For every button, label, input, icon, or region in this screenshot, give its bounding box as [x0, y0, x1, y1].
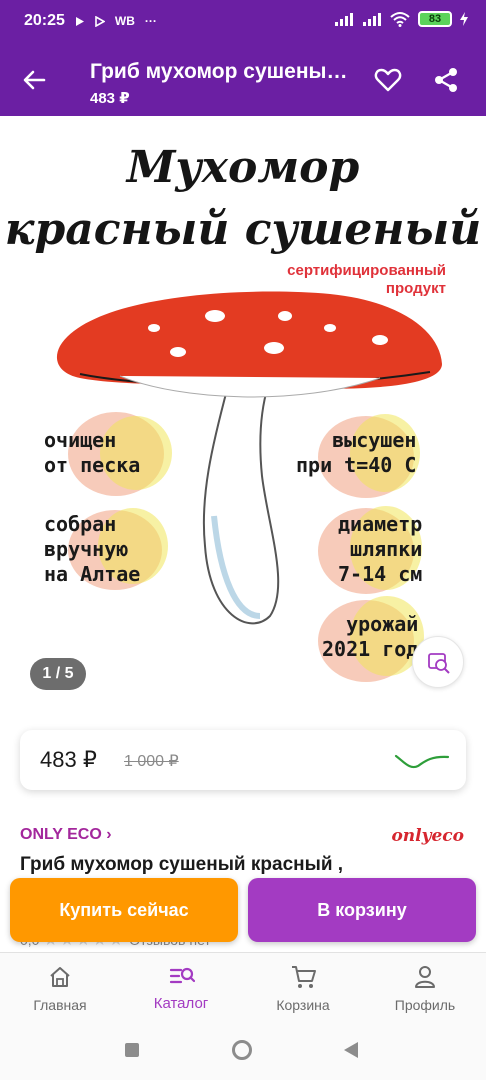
feature-diameter: диаметр шляпки 7-14 см — [338, 512, 423, 586]
play-icon — [75, 16, 84, 26]
cart-icon — [292, 966, 316, 988]
signal-icon — [335, 13, 353, 26]
feature-handpicked: собран вручную на Алтае — [44, 512, 141, 586]
bottom-navigation: Главная Каталог Корзина Профиль — [0, 952, 486, 1022]
status-carrier: WB — [114, 14, 135, 28]
price-trend-icon[interactable] — [394, 748, 450, 772]
current-price: 483 ₽ — [40, 747, 97, 772]
nav-item-profile[interactable]: Профиль — [365, 953, 485, 1023]
image-counter: 1 / 5 — [30, 658, 86, 690]
catalog-search-icon — [169, 967, 195, 984]
status-bar: 20:25 WB ··· 83 — [0, 0, 486, 44]
battery-icon: 83 — [418, 11, 452, 27]
status-time: 20:25 — [24, 12, 65, 29]
image-search-button[interactable] — [412, 636, 464, 688]
battery-level: 83 — [420, 13, 450, 25]
status-right: 83 — [334, 11, 468, 27]
product-image-gallery[interactable]: Мухомор красный сушеный сертифицированны… — [0, 116, 486, 706]
buy-now-button[interactable]: Купить сейчас — [10, 878, 238, 942]
heart-icon[interactable] — [374, 66, 402, 94]
add-to-cart-button[interactable]: В корзину — [248, 878, 476, 942]
status-left: 20:25 WB ··· — [24, 12, 157, 30]
home-icon — [50, 967, 70, 987]
back-arrow-icon[interactable] — [20, 66, 48, 94]
status-more: ··· — [144, 14, 157, 28]
back-triangle-icon[interactable] — [344, 1042, 358, 1058]
image-search-icon — [428, 653, 450, 674]
old-price: 1 000 ₽ — [124, 753, 179, 770]
profile-icon — [415, 966, 435, 988]
system-navigation-bar — [0, 1022, 486, 1080]
nav-item-label: Профиль — [394, 997, 456, 1013]
nav-item-catalog[interactable]: Каталог — [121, 953, 241, 1023]
recents-icon[interactable] — [125, 1043, 139, 1057]
play-outline-icon — [95, 15, 105, 27]
feature-dried: высушен при t=40 С — [296, 428, 417, 477]
nav-item-cart[interactable]: Корзина — [243, 953, 363, 1023]
page-subtitle-price: 483 ₽ — [90, 90, 130, 107]
product-name: Гриб мухомор сушеный красный , — [20, 854, 344, 875]
wifi-icon — [390, 12, 410, 27]
nav-item-label: Корзина — [276, 997, 330, 1013]
nav-item-home[interactable]: Главная — [0, 953, 120, 1023]
charging-icon — [460, 12, 468, 26]
nav-item-label: Главная — [33, 997, 87, 1013]
feature-harvest: урожай 2021 год — [322, 612, 419, 661]
page-title: Гриб мухомор сушеный красный — [90, 60, 350, 83]
price-card: 483 ₽ 1 000 ₽ — [20, 730, 466, 790]
brand-logo: onlyeco — [391, 826, 464, 846]
nav-item-label: Каталог — [153, 995, 209, 1012]
feature-cleaned: очищен от песка — [44, 428, 141, 477]
home-circle-icon[interactable] — [232, 1040, 252, 1060]
share-icon[interactable] — [432, 66, 460, 94]
app-bar: Гриб мухомор сушеный красный 483 ₽ — [0, 44, 486, 116]
signal-icon — [363, 13, 381, 26]
brand-link[interactable]: ONLY ECO › — [20, 826, 112, 844]
